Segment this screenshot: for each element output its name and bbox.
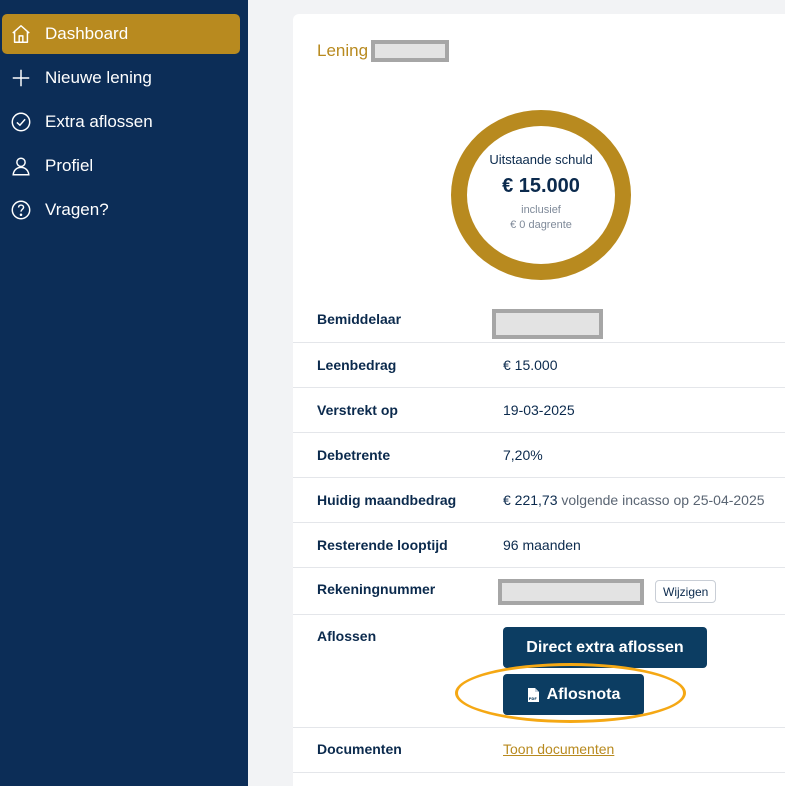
row-value: € 15.000 — [503, 357, 558, 373]
redacted-rekeningnummer — [498, 579, 644, 605]
maandbedrag-note: volgende incasso op 25-04-2025 — [557, 492, 765, 508]
loan-title: Lening — [317, 40, 450, 62]
sidebar-item-label: Profiel — [45, 156, 94, 175]
row-value: 96 maanden — [503, 537, 581, 553]
row-rekeningnummer: Rekeningnummer Wijzigen — [293, 568, 785, 615]
row-value: 7,20% — [503, 447, 543, 463]
row-bemiddelaar: Bemiddelaar — [293, 297, 785, 343]
user-icon — [10, 155, 32, 177]
check-circle-icon — [10, 111, 32, 133]
outstanding-amount: € 15.000 — [502, 174, 580, 197]
donut-label: Uitstaande schuld — [489, 151, 593, 167]
row-aflossen: Aflossen Direct extra aflossen PDF Aflos… — [293, 615, 785, 728]
home-icon — [10, 23, 32, 45]
sidebar-item-profiel[interactable]: Profiel — [2, 146, 240, 186]
row-label: Aflossen — [317, 628, 377, 644]
donut-sub-inclusief: inclusief — [521, 203, 561, 216]
row-value: € 221,73 volgende incasso op 25-04-2025 — [503, 492, 765, 508]
sidebar-item-extra-aflossen[interactable]: Extra aflossen — [2, 102, 240, 142]
sidebar-item-dashboard[interactable]: Dashboard — [2, 14, 240, 54]
row-leenbedrag: Leenbedrag € 15.000 — [293, 343, 785, 388]
toon-documenten-link[interactable]: Toon documenten — [503, 741, 614, 757]
sidebar-item-nieuwe-lening[interactable]: Nieuwe lening — [2, 58, 240, 98]
outstanding-debt-donut: Uitstaande schuld € 15.000 inclusief € 0… — [451, 110, 631, 280]
loan-card: Lening Uitstaande schuld € 15.000 inclus… — [293, 14, 785, 786]
row-huidig-maandbedrag: Huidig maandbedrag € 221,73 volgende inc… — [293, 478, 785, 523]
row-verstrekt-op: Verstrekt op 19-03-2025 — [293, 388, 785, 433]
button-label: Aflosnota — [546, 685, 621, 703]
row-documenten: Documenten Toon documenten — [293, 728, 785, 773]
row-debetrente: Debetrente 7,20% — [293, 433, 785, 478]
row-resterende-looptijd: Resterende looptijd 96 maanden — [293, 523, 785, 568]
svg-text:PDF: PDF — [528, 697, 537, 701]
sidebar-item-label: Nieuwe lening — [45, 68, 152, 87]
row-label: Bemiddelaar — [317, 311, 402, 327]
donut-sub-dagrente: € 0 dagrente — [510, 218, 572, 231]
question-circle-icon — [10, 199, 32, 221]
row-label: Leenbedrag — [317, 357, 397, 373]
button-label: Direct extra aflossen — [526, 638, 684, 656]
plus-icon — [10, 67, 32, 89]
sidebar-item-label: Extra aflossen — [45, 112, 153, 131]
redacted-bemiddelaar — [492, 309, 603, 339]
row-label: Debetrente — [317, 447, 391, 463]
sidebar-item-label: Vragen? — [45, 200, 109, 219]
sidebar-item-label: Dashboard — [45, 24, 129, 43]
sidebar-item-vragen[interactable]: Vragen? — [2, 190, 240, 230]
redacted-loan-number — [371, 40, 450, 62]
row-label: Huidig maandbedrag — [317, 492, 457, 508]
row-label: Resterende looptijd — [317, 537, 448, 553]
maandbedrag-amount: € 221,73 — [503, 492, 558, 508]
row-label: Verstrekt op — [317, 402, 398, 418]
row-value: 19-03-2025 — [503, 402, 575, 418]
pdf-file-icon: PDF — [527, 687, 539, 702]
aflosnota-button[interactable]: PDF Aflosnota — [503, 674, 644, 715]
row-label: Documenten — [317, 741, 402, 757]
row-label: Rekeningnummer — [317, 581, 436, 597]
direct-extra-aflossen-button[interactable]: Direct extra aflossen — [503, 627, 707, 668]
sidebar: Dashboard Nieuwe lening Extra aflossen P… — [0, 0, 248, 786]
wijzigen-button[interactable]: Wijzigen — [655, 580, 717, 603]
loan-title-label: Lening — [317, 41, 369, 60]
